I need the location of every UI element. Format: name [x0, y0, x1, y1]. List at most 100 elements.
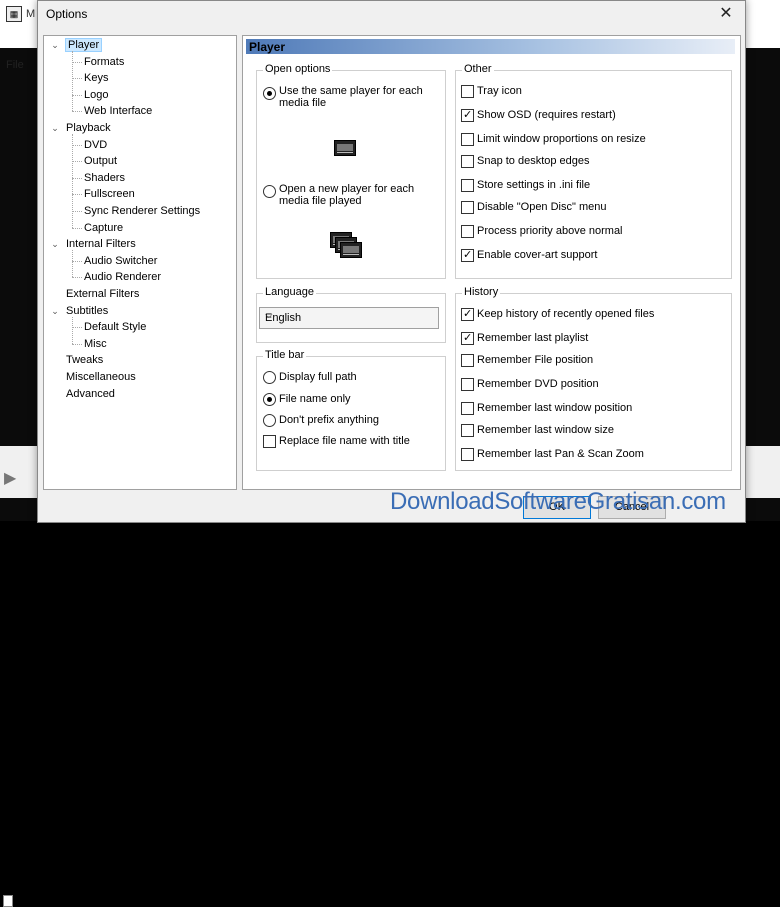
show-osd-checkbox-box[interactable]: [461, 108, 474, 122]
full-path-label: Display full path: [279, 371, 357, 383]
window-size-label: Remember last window size: [477, 424, 614, 436]
replace-file-name-checkbox-box[interactable]: [263, 435, 276, 448]
tree-connector-vertical: [72, 316, 73, 344]
title-bar-title: Title bar: [263, 349, 307, 361]
file-position-label: Remember File position: [477, 354, 594, 366]
tree-item-fullscreen[interactable]: Fullscreen: [84, 186, 135, 202]
tree-item-dvd[interactable]: DVD: [84, 137, 107, 153]
tree-item-misc[interactable]: Misc: [84, 336, 107, 352]
tree-item-label: Shaders: [84, 171, 125, 184]
pan-scan-checkbox-box[interactable]: [461, 448, 474, 461]
expand-chevron-icon[interactable]: ⌄: [50, 40, 60, 50]
menu-file[interactable]: File: [6, 59, 24, 71]
tree-item-capture[interactable]: Capture: [84, 220, 123, 236]
snap-edges-checkbox-box[interactable]: [461, 155, 474, 168]
expand-chevron-icon[interactable]: ⌄: [50, 123, 60, 133]
new-player-label: Open a new player for each media file pl…: [279, 183, 415, 207]
tree-connector: [72, 211, 82, 212]
multi-player-icon-3: [340, 242, 362, 258]
cover-art-checkbox-box[interactable]: [461, 248, 474, 262]
snap-edges-label: Snap to desktop edges: [477, 155, 590, 167]
tree-item-label: Advanced: [66, 387, 115, 400]
tree-item-external-filters[interactable]: External Filters: [66, 286, 139, 302]
window-position-label: Remember last window position: [477, 402, 633, 414]
chevron-down-icon: ⌵: [265, 310, 273, 321]
window-size-checkbox-box[interactable]: [461, 424, 474, 437]
single-player-icon: [334, 140, 356, 156]
tree-item-sync-renderer-settings[interactable]: Sync Renderer Settings: [84, 203, 200, 219]
tree-connector-vertical: [72, 250, 73, 278]
page-header: Player: [246, 39, 735, 54]
same-player-label: Use the same player for each media file: [279, 85, 423, 109]
limit-window-checkbox-box[interactable]: [461, 133, 474, 146]
page-title: Player: [249, 40, 286, 54]
last-playlist-checkbox-box[interactable]: [461, 331, 474, 345]
tree-item-label: Internal Filters: [66, 238, 136, 251]
show-osd-label: Show OSD (requires restart): [477, 109, 616, 121]
tree-item-tweaks[interactable]: Tweaks: [66, 352, 103, 368]
tree-item-label: Keys: [84, 72, 109, 85]
window-position-checkbox-box[interactable]: [461, 402, 474, 415]
tree-item-label: Misc: [84, 337, 107, 350]
tree-item-label: External Filters: [66, 288, 140, 300]
process-priority-checkbox-box[interactable]: [461, 225, 474, 238]
seekbar-handle[interactable]: [3, 895, 13, 907]
keep-history-label: Keep history of recently opened files: [477, 308, 655, 320]
tree-item-formats[interactable]: Formats: [84, 54, 124, 70]
dont-prefix-label: Don't prefix anything: [279, 414, 379, 426]
tree-connector: [72, 277, 82, 279]
cover-art-label: Enable cover-art support: [477, 249, 598, 261]
tree-item-label: Fullscreen: [84, 188, 135, 201]
store-ini-checkbox-box[interactable]: [461, 179, 474, 192]
play-icon[interactable]: ▶: [4, 468, 16, 488]
file-name-only-radio-dot[interactable]: [263, 393, 276, 406]
tree-item-default-style[interactable]: Default Style: [84, 319, 146, 335]
watermark: DownloadSoftwareGratisan.com: [390, 488, 726, 515]
tree-item-web-interface[interactable]: Web Interface: [84, 103, 152, 119]
tree-item-logo[interactable]: Logo: [84, 87, 108, 103]
close-icon[interactable]: ✕: [715, 3, 737, 25]
tree-item-label: Playback: [66, 122, 111, 134]
language-title: Language: [263, 286, 316, 298]
tree-item-advanced[interactable]: Advanced: [66, 386, 115, 402]
dont-prefix-radio-dot[interactable]: [263, 414, 276, 427]
disable-open-disc-label: Disable "Open Disc" menu: [477, 201, 607, 213]
dvd-position-checkbox-box[interactable]: [461, 378, 474, 391]
tree-item-shaders[interactable]: Shaders: [84, 170, 125, 186]
tree-item-internal-filters[interactable]: Internal Filters: [66, 236, 136, 252]
tree-item-audio-renderer[interactable]: Audio Renderer: [84, 269, 161, 285]
tree-item-audio-switcher[interactable]: Audio Switcher: [84, 253, 157, 269]
tree-connector: [72, 94, 82, 96]
tree-item-label: Output: [84, 155, 118, 168]
new-player-radio-dot[interactable]: [263, 185, 276, 198]
tree-item-output[interactable]: Output: [84, 153, 117, 169]
tray-icon-checkbox-box[interactable]: [461, 85, 474, 98]
tree-item-label: Logo: [84, 88, 109, 101]
full-path-radio-dot[interactable]: [263, 371, 276, 384]
same-player-radio-dot[interactable]: [263, 87, 276, 100]
tree-item-label: DVD: [84, 138, 108, 151]
tree-item-miscellaneous[interactable]: Miscellaneous: [66, 369, 136, 385]
tree-connector: [72, 343, 82, 345]
language-select[interactable]: English ⌵: [259, 307, 439, 329]
file-name-only-label: File name only: [279, 393, 351, 405]
tree-connector-vertical: [72, 134, 73, 228]
tree-connector-vertical: [72, 51, 73, 112]
keep-history-checkbox-box[interactable]: [461, 307, 474, 321]
replace-file-name-label: Replace file name with title: [279, 435, 410, 447]
background-app-title: M: [26, 8, 36, 20]
file-position-checkbox-box[interactable]: [461, 354, 474, 367]
expand-chevron-icon[interactable]: ⌄: [50, 239, 60, 249]
disable-open-disc-checkbox-box[interactable]: [461, 201, 474, 214]
expand-chevron-icon[interactable]: ⌄: [50, 306, 60, 316]
options-dialog: Options ✕ Player ⌄ Formats Keys Logo Web Inte…: [37, 0, 746, 523]
tree-item-keys[interactable]: Keys: [84, 70, 108, 86]
tree-item-label: Tweaks: [66, 354, 104, 367]
dialog-title: Options: [46, 7, 88, 21]
tree-connector: [72, 161, 82, 163]
pan-scan-label: Remember last Pan & Scan Zoom: [477, 448, 644, 460]
tree-item-label: Audio Switcher: [84, 254, 158, 267]
tree-connector: [72, 194, 82, 196]
tray-icon-label: Tray icon: [477, 85, 522, 97]
tree-item-label: Web Interface: [84, 105, 153, 118]
